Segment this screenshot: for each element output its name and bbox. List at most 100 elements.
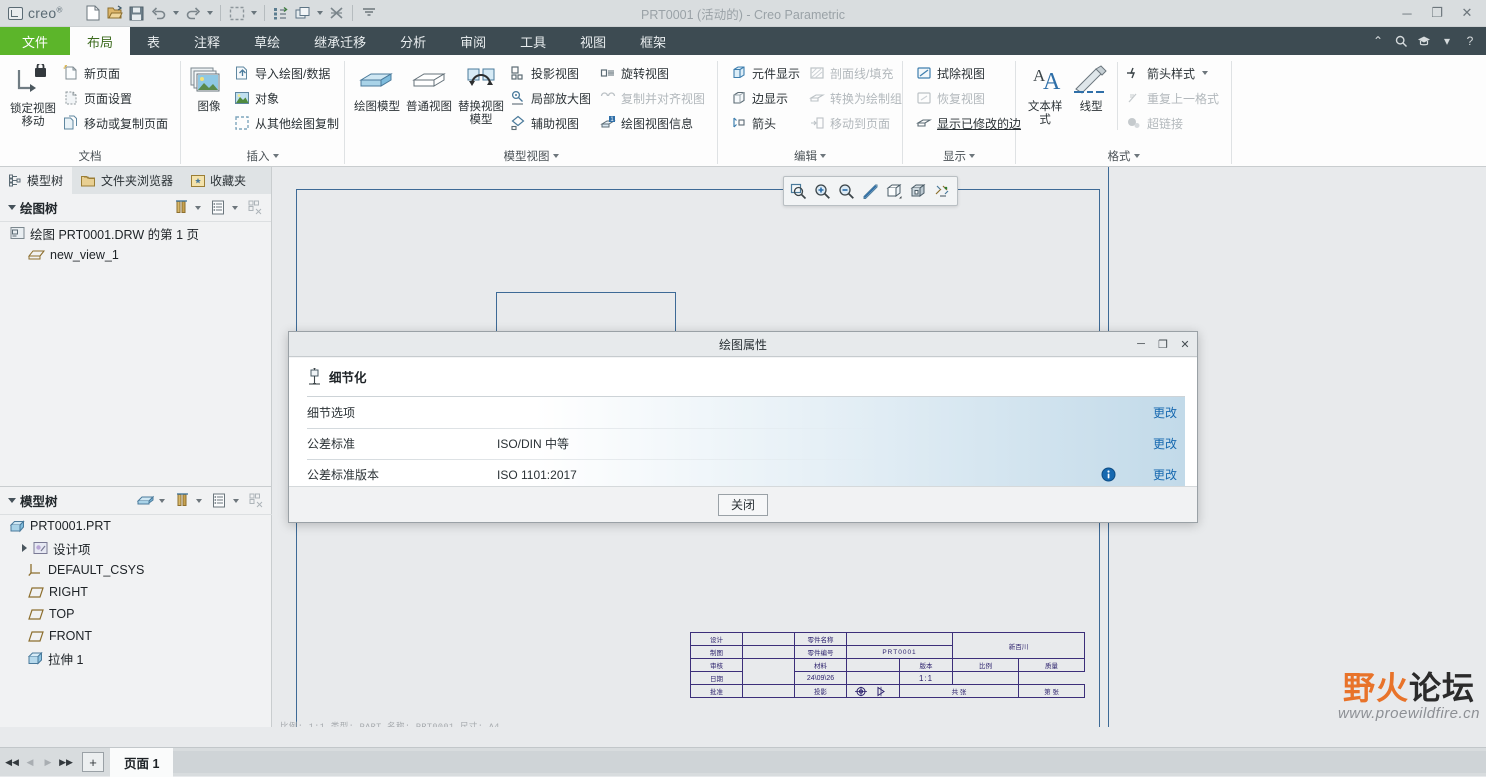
tree-filters-caret-icon[interactable] xyxy=(195,205,201,210)
tb-value-material[interactable] xyxy=(846,658,900,672)
customize-qat-icon[interactable] xyxy=(358,3,379,24)
regenerate-icon[interactable] xyxy=(270,3,291,24)
tb-value-approved[interactable] xyxy=(742,684,795,698)
model-tree-item-right[interactable]: RIGHT xyxy=(0,581,272,603)
saved-views-icon[interactable] xyxy=(907,179,930,203)
drawing-model-button[interactable]: 绘图模型 xyxy=(351,60,403,118)
drawing-view-info-button[interactable]: 1 绘图视图信息 xyxy=(597,111,711,135)
ribbon-group-label-insert[interactable]: 插入 xyxy=(181,145,344,166)
object-button[interactable]: 对象 xyxy=(231,86,345,110)
model-tree-collapse-caret-icon[interactable] xyxy=(8,498,16,503)
dialog-maximize-button[interactable]: ❐ xyxy=(1155,336,1171,352)
window-close-button[interactable]: ✕ xyxy=(1452,1,1482,26)
undo-icon[interactable] xyxy=(148,3,169,24)
window-dropdown-caret-icon[interactable] xyxy=(314,3,325,24)
dialog-close-button[interactable]: ✕ xyxy=(1177,336,1193,352)
replace-view-model-button[interactable]: 替换视图 模型 xyxy=(455,60,507,131)
move-copy-page-button[interactable]: 移动或复制页面 xyxy=(60,111,174,135)
drawing-tree-item-sheet[interactable]: 绘图 PRT0001.DRW 的第 1 页 xyxy=(0,222,271,244)
tolerance-standard-change-link[interactable]: 更改 xyxy=(1121,435,1185,452)
tree-display-icon[interactable] xyxy=(245,198,265,218)
component-display-button[interactable]: 元件显示 xyxy=(728,61,806,85)
zoom-fit-icon[interactable] xyxy=(787,179,810,203)
arrows-button[interactable]: 箭头 xyxy=(728,111,806,135)
tab-layout[interactable]: 布局 xyxy=(70,27,131,55)
model-tree-item-csys[interactable]: DEFAULT_CSYS xyxy=(0,559,272,581)
tree-model-caret-icon[interactable] xyxy=(159,498,165,503)
new-file-icon[interactable] xyxy=(82,3,103,24)
redo-dropdown-caret-icon[interactable] xyxy=(204,3,215,24)
arrow-style-button[interactable]: 箭头样式 xyxy=(1123,61,1225,85)
ribbon-group-label-display[interactable]: 显示 xyxy=(903,145,1015,166)
tab-framework[interactable]: 框架 xyxy=(623,27,683,55)
tab-tools[interactable]: 工具 xyxy=(503,27,563,55)
page-setup-button[interactable]: 页面设置 xyxy=(60,86,174,110)
auxiliary-view-button[interactable]: 辅助视图 xyxy=(507,111,597,135)
tb-value-part-name[interactable] xyxy=(846,632,953,646)
edit-group-caret-icon[interactable] xyxy=(820,153,826,158)
tree-columns-caret-icon[interactable] xyxy=(232,205,238,210)
dialog-close-action-button[interactable]: 关闭 xyxy=(717,493,768,516)
tree-filters-caret-icon[interactable] xyxy=(196,498,202,503)
tb-value-checked[interactable] xyxy=(742,658,795,685)
copy-from-drawing-button[interactable]: 从其他绘图复制 xyxy=(231,111,345,135)
tb-value-version[interactable] xyxy=(846,671,900,685)
tree-filters-icon[interactable] xyxy=(171,198,191,218)
projection-view-button[interactable]: 投影视图 xyxy=(507,61,597,85)
selection-box-icon[interactable] xyxy=(226,3,247,24)
redo-icon[interactable] xyxy=(182,3,203,24)
insert-group-caret-icon[interactable] xyxy=(272,153,279,158)
tree-filters-icon[interactable] xyxy=(172,491,192,511)
dialog-title-bar[interactable]: 绘图属性 ─ ❐ ✕ xyxy=(289,332,1197,357)
zoom-in-icon[interactable] xyxy=(811,179,834,203)
tab-analysis[interactable]: 分析 xyxy=(383,27,443,55)
general-view-button[interactable]: 普通视图 xyxy=(403,60,455,118)
show-modified-edges-button[interactable]: 显示已修改的边 xyxy=(913,111,1027,135)
last-page-button[interactable]: ▶▶ xyxy=(58,752,74,772)
text-style-button[interactable]: A A 文本样式 xyxy=(1022,60,1068,131)
ribbon-group-label-model-views[interactable]: 模型视图 xyxy=(345,145,717,166)
first-page-button[interactable]: ◀◀ xyxy=(4,752,20,772)
more-options-caret-icon[interactable]: ▾ xyxy=(1437,31,1457,51)
tab-view[interactable]: 视图 xyxy=(563,27,623,55)
dialog-minimize-button[interactable]: ─ xyxy=(1133,336,1149,352)
window-switch-icon[interactable] xyxy=(292,3,313,24)
model-tree-item-extrude[interactable]: 拉伸 1 xyxy=(0,647,272,669)
navtab-model-tree[interactable]: 模型树 xyxy=(0,167,73,194)
tab-legacy-migration[interactable]: 继承迁移 xyxy=(297,27,383,55)
tree-model-icon[interactable] xyxy=(135,491,155,511)
edge-display-button[interactable]: 边显示 xyxy=(728,86,806,110)
drawing-tree-item-view[interactable]: new_view_1 xyxy=(0,244,271,266)
tab-sketch[interactable]: 草绘 xyxy=(237,27,297,55)
tab-file[interactable]: 文件 xyxy=(0,27,71,55)
navtab-favorites[interactable]: 收藏夹 xyxy=(182,167,255,194)
add-page-button[interactable]: + xyxy=(82,752,104,772)
shaded-view-icon[interactable] xyxy=(883,179,906,203)
model-tree-item-design-items[interactable]: 设计项 xyxy=(0,537,272,559)
ribbon-group-label-format[interactable]: 格式 xyxy=(1016,145,1231,166)
tb-value-design[interactable] xyxy=(742,632,795,646)
close-window-icon[interactable] xyxy=(326,3,347,24)
help-icon[interactable]: ? xyxy=(1460,31,1480,51)
tb-value-drawn[interactable] xyxy=(742,645,795,659)
lock-view-movement-button[interactable]: 锁定视图 移动 xyxy=(6,60,60,133)
learning-connector-icon[interactable] xyxy=(1414,31,1434,51)
format-group-caret-icon[interactable] xyxy=(1133,153,1140,158)
save-icon[interactable] xyxy=(126,3,147,24)
import-drawing-button[interactable]: 导入绘图/数据 xyxy=(231,61,345,85)
tree-display-icon[interactable] xyxy=(246,491,266,511)
next-page-button[interactable]: ▶ xyxy=(40,752,56,772)
tolerance-version-info-icon[interactable] xyxy=(1095,467,1121,482)
selection-dropdown-caret-icon[interactable] xyxy=(248,3,259,24)
arrow-style-caret-icon[interactable] xyxy=(1202,71,1208,75)
erase-view-button[interactable]: 拭除视图 xyxy=(913,61,1027,85)
navtab-folder-browser[interactable]: 文件夹浏览器 xyxy=(72,167,182,194)
open-file-icon[interactable] xyxy=(104,3,125,24)
tolerance-version-change-link[interactable]: 更改 xyxy=(1121,466,1185,483)
ribbon-group-label-edit[interactable]: 编辑 xyxy=(718,145,902,166)
tab-review[interactable]: 审阅 xyxy=(443,27,503,55)
model-views-group-caret-icon[interactable] xyxy=(552,153,559,158)
tree-columns-icon[interactable] xyxy=(208,198,228,218)
detailed-view-button[interactable]: 局部放大图 xyxy=(507,86,597,110)
new-page-button[interactable]: 新页面 xyxy=(60,61,174,85)
